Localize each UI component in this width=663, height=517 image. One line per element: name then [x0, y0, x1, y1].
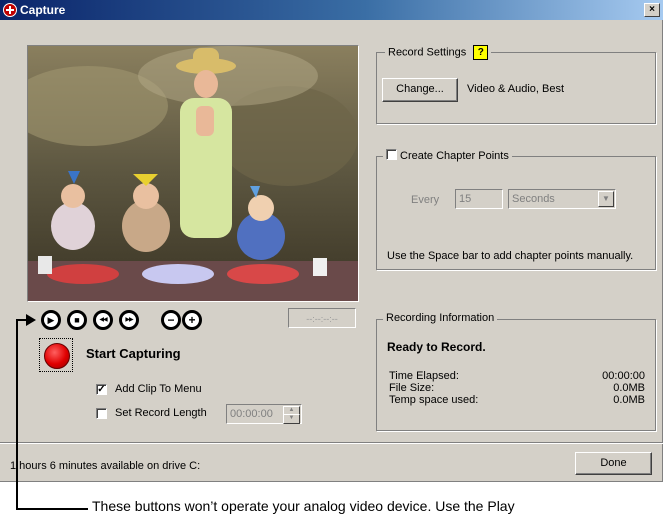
chapter-interval-input[interactable]: 15 [455, 189, 503, 209]
info-row-time-elapsed: Time Elapsed: 00:00:00 [389, 370, 645, 382]
chapter-points-title-text[interactable]: Create Chapter Points [400, 150, 509, 162]
help-icon[interactable]: ? [473, 45, 489, 60]
recording-info-title: Recording Information [383, 312, 498, 324]
record-length-spinner[interactable]: 00:00:00 ▲ ▼ [226, 404, 302, 424]
stop-icon: ■ [70, 313, 84, 327]
video-preview [27, 45, 359, 302]
set-record-length-label[interactable]: Set Record Length [115, 407, 207, 419]
close-button[interactable]: × [644, 3, 660, 17]
plus-icon: + [185, 313, 199, 327]
zoom-out-button[interactable]: − [161, 310, 181, 330]
fast-forward-icon: ▶▶ [122, 313, 136, 327]
stop-button[interactable]: ■ [67, 310, 87, 330]
record-settings-title: Record Settings ? [385, 45, 492, 60]
record-icon [44, 343, 70, 369]
window-title: Capture [20, 3, 66, 17]
callout-text: These buttons won’t operate your analog … [92, 498, 515, 514]
recording-info-group: Recording Information Ready to Record. T… [376, 312, 656, 431]
app-icon [3, 3, 17, 17]
set-record-length-checkbox[interactable] [96, 408, 107, 419]
add-clip-checkbox[interactable]: ✓ [96, 384, 107, 395]
record-settings-title-text: Record Settings [388, 46, 467, 59]
callout-line-bottom [16, 508, 88, 510]
callout-arrow-icon [26, 314, 36, 326]
rewind-icon: ◀◀ [96, 313, 110, 327]
record-length-value: 00:00:00 [230, 408, 273, 420]
rewind-button[interactable]: ◀◀ [93, 310, 113, 330]
play-button[interactable]: ▶ [41, 310, 61, 330]
start-capturing-label: Start Capturing [86, 346, 181, 361]
chapter-points-title: Create Chapter Points [383, 149, 512, 162]
start-capture-button[interactable] [39, 338, 73, 372]
file-size-value: 0.0MB [613, 382, 645, 394]
create-chapter-points-checkbox[interactable] [386, 149, 397, 160]
temp-space-label: Temp space used: [389, 394, 479, 406]
callout-line-vertical [16, 319, 18, 509]
change-settings-button[interactable]: Change... [382, 78, 458, 102]
info-row-file-size: File Size: 0.0MB [389, 382, 645, 394]
chevron-down-icon[interactable]: ▼ [598, 191, 614, 207]
spin-down-icon[interactable]: ▼ [283, 414, 300, 424]
minus-icon: − [164, 313, 178, 327]
video-frame-image [28, 46, 358, 301]
title-bar[interactable]: Capture × [0, 0, 663, 20]
record-settings-group: Record Settings ? Change... Video & Audi… [376, 45, 656, 124]
recording-status: Ready to Record. [387, 340, 486, 354]
capture-dialog: Capture × ▶ ■ ◀◀ ▶▶ − + --:--:--:-- Star… [0, 0, 663, 482]
record-settings-value: Video & Audio, Best [467, 83, 565, 95]
chapter-points-hint: Use the Space bar to add chapter points … [387, 250, 634, 262]
timecode-display: --:--:--:-- [288, 308, 356, 328]
chapter-unit-select[interactable]: Seconds ▼ [508, 189, 616, 209]
temp-space-value: 0.0MB [613, 394, 645, 406]
chapter-points-group: Create Chapter Points Every 15 Seconds ▼… [376, 149, 656, 270]
file-size-label: File Size: [389, 382, 435, 394]
zoom-in-button[interactable]: + [182, 310, 202, 330]
add-clip-label[interactable]: Add Clip To Menu [115, 383, 202, 395]
time-elapsed-value: 00:00:00 [602, 370, 645, 382]
time-elapsed-label: Time Elapsed: [389, 370, 459, 382]
footer-divider [0, 442, 663, 444]
every-label: Every [411, 194, 440, 206]
fast-forward-button[interactable]: ▶▶ [119, 310, 139, 330]
drive-space-text: 1 hours 6 minutes available on drive C: [10, 460, 201, 472]
info-row-temp-space: Temp space used: 0.0MB [389, 394, 645, 406]
play-icon: ▶ [44, 313, 58, 327]
chapter-unit-value: Seconds [512, 193, 555, 205]
done-button[interactable]: Done [575, 452, 652, 475]
